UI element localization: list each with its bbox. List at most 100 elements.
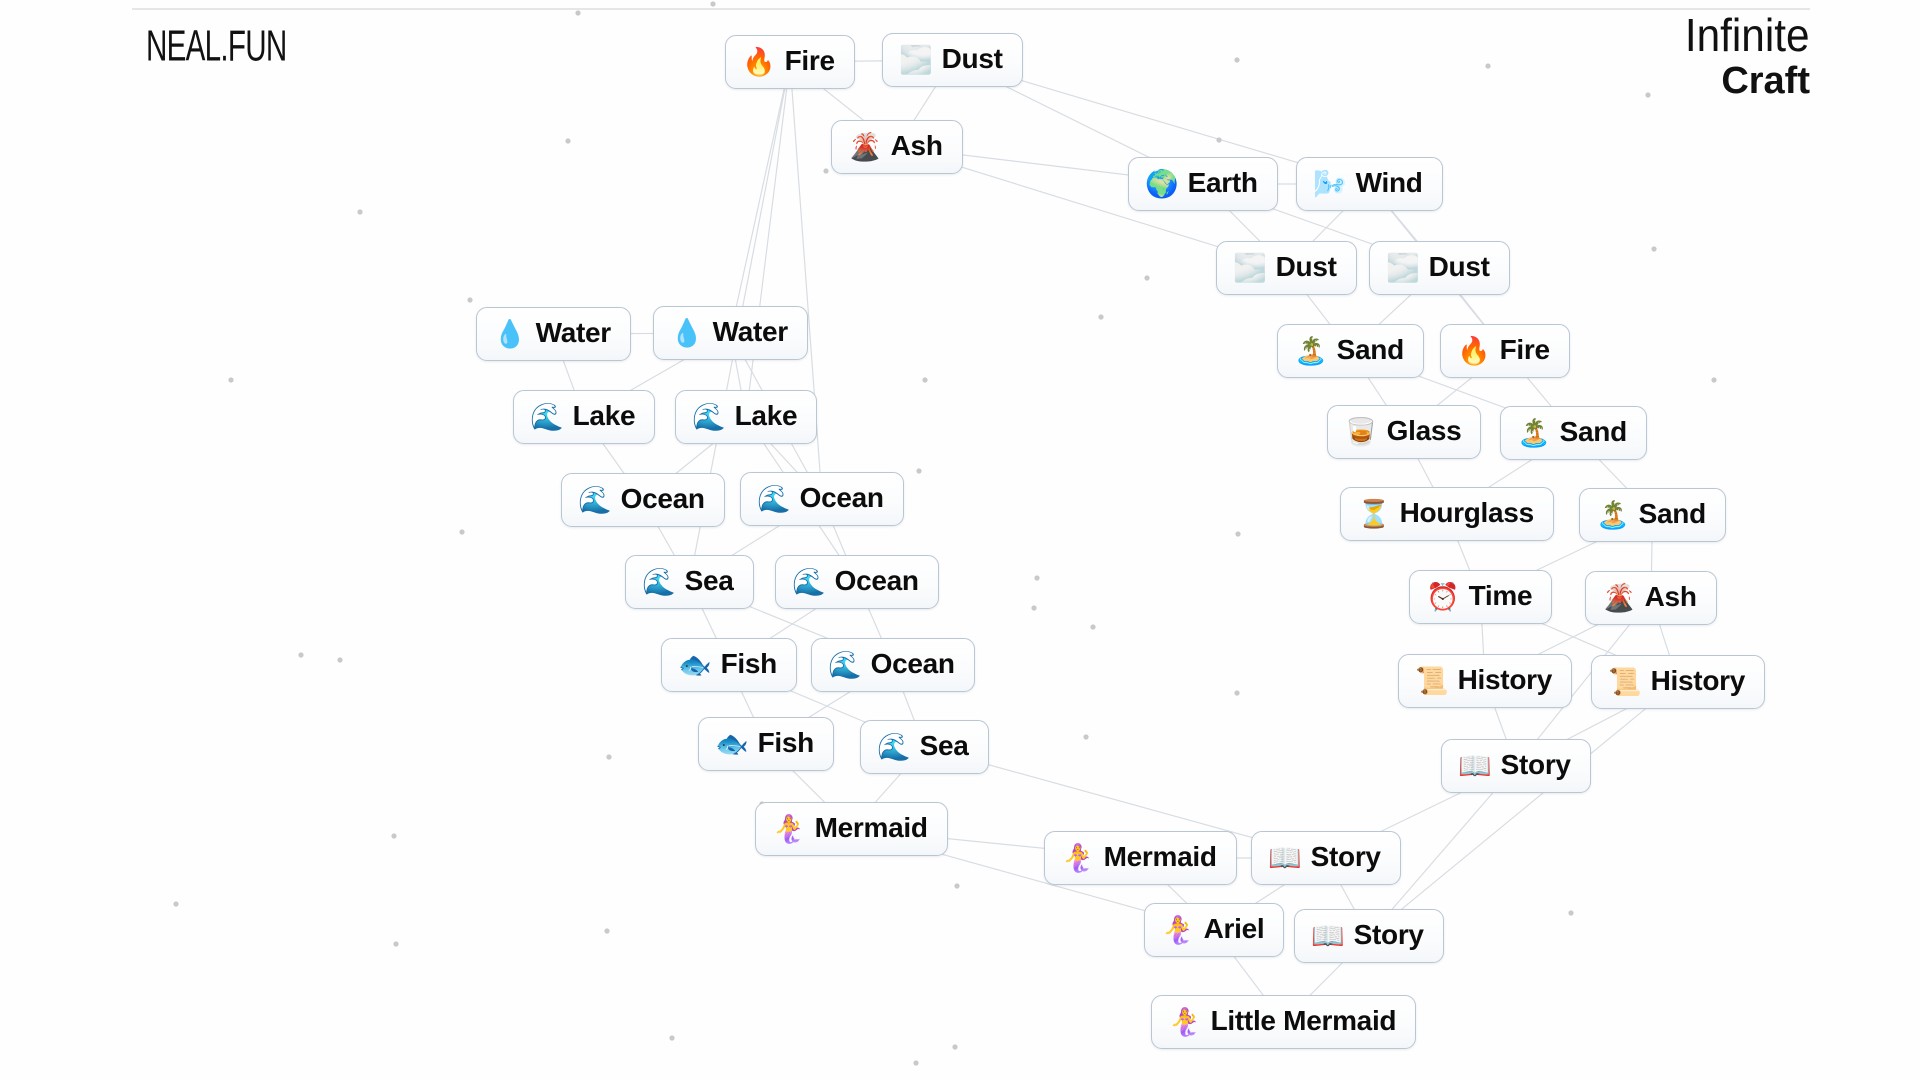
desert-island-emoji: 🏝️ [1596,499,1630,530]
element-card-label: Sand [1638,498,1707,529]
element-card-sea-1[interactable]: 🌊 Sea [625,555,754,609]
element-card-ocean-4[interactable]: 🌊 Ocean [811,638,975,692]
background-dot [565,138,571,144]
droplet-emoji: 💧 [493,318,527,349]
element-card-label: Story [1353,919,1424,950]
background-dot [1216,137,1222,143]
background-dot [1034,575,1040,581]
element-card-label: Time [1468,580,1533,611]
background-dot [337,657,343,663]
element-card-water-1[interactable]: 💧 Water [476,307,631,361]
element-card-glass-1[interactable]: 🥃 Glass [1327,405,1482,459]
element-card-label: Sea [684,565,734,596]
element-card-ocean-2[interactable]: 🌊 Ocean [740,472,904,526]
element-card-label: Mermaid [814,812,928,843]
mermaid-emoji: 🧜‍♀️ [772,813,806,844]
element-card-dust-1[interactable]: 🌫️ Dust [882,33,1023,87]
element-card-mermaid-1[interactable]: 🧜‍♀️ Mermaid [755,802,948,856]
element-card-ocean-1[interactable]: 🌊 Ocean [561,473,725,527]
element-card-sea-2[interactable]: 🌊 Sea [860,720,989,774]
element-card-hourglass-1[interactable]: ⏳ Hourglass [1340,487,1554,541]
desert-island-emoji: 🏝️ [1517,417,1551,448]
element-card-story-1[interactable]: 📖 Story [1441,739,1591,793]
background-dot [1031,605,1037,611]
element-card-fire-2[interactable]: 🔥 Fire [1440,324,1570,378]
background-dot [954,883,960,889]
element-card-sand-3[interactable]: 🏝️ Sand [1579,488,1726,542]
background-dot [357,209,363,215]
element-card-dust-3[interactable]: 🌫️ Dust [1369,241,1510,295]
element-card-label: Fire [784,45,835,76]
element-card-earth-1[interactable]: 🌍 Earth [1128,157,1278,211]
element-card-lake-1[interactable]: 🌊 Lake [513,390,656,444]
element-card-label: Ocean [870,648,955,679]
element-card-label: Mermaid [1103,841,1217,872]
water-wave-emoji: 🌊 [757,483,791,514]
element-card-ariel-1[interactable]: 🧜‍♀️ Ariel [1144,903,1285,957]
element-card-label: Water [535,317,612,348]
element-card-label: Water [712,316,789,347]
water-wave-emoji: 🌊 [642,566,676,597]
infinite-craft-canvas[interactable]: NEAL.FUN Infinite Craft 🔥 Fire 🌫️ Dust 🌋 Ash 🌍… [0,0,1920,1080]
background-dot [391,833,397,839]
graph-link [1368,681,1679,937]
neal-fun-logo[interactable]: NEAL.FUN [146,22,287,72]
element-card-history-1[interactable]: 📜 History [1398,654,1572,708]
background-dot [606,754,612,760]
element-card-ash-1[interactable]: 🌋 Ash [831,120,963,174]
element-card-fish-2[interactable]: 🐟 Fish [698,717,834,771]
background-dot [922,377,928,383]
element-card-label: Sea [919,730,969,761]
graph-link [745,61,791,418]
background-dot [1234,690,1240,696]
element-card-label: History [1650,665,1746,696]
fog-emoji: 🌫️ [1386,252,1420,283]
element-card-label: Hourglass [1399,497,1535,528]
background-dot [1645,92,1651,98]
element-card-history-2[interactable]: 📜 History [1591,655,1765,709]
droplet-emoji: 💧 [670,317,704,348]
background-dot [823,168,829,174]
background-dot [393,941,399,947]
background-dot [1711,377,1717,383]
element-card-ocean-3[interactable]: 🌊 Ocean [775,555,939,609]
background-dot [575,10,581,16]
open-book-emoji: 📖 [1458,750,1492,781]
water-wave-emoji: 🌊 [578,484,612,515]
mermaid-emoji: 🧜‍♀️ [1061,842,1095,873]
element-card-time-1[interactable]: ⏰ Time [1409,570,1553,624]
element-card-sand-2[interactable]: 🏝️ Sand [1500,406,1647,460]
element-card-water-2[interactable]: 💧 Water [653,306,808,360]
infinite-craft-logo: Infinite Craft [1674,12,1810,100]
element-card-label: Glass [1386,415,1462,446]
element-card-label: Fire [1499,334,1550,365]
open-book-emoji: 📖 [1268,842,1302,873]
element-card-lake-2[interactable]: 🌊 Lake [675,390,818,444]
background-dot [1568,910,1574,916]
element-card-label: Ocean [834,565,919,596]
water-wave-emoji: 🌊 [877,731,911,762]
element-card-ash-2[interactable]: 🌋 Ash [1585,571,1717,625]
background-dot [604,928,610,934]
element-card-story-2[interactable]: 📖 Story [1251,831,1401,885]
fish-emoji: 🐟 [715,728,749,759]
element-card-fire-1[interactable]: 🔥 Fire [725,35,855,89]
element-card-dust-2[interactable]: 🌫️ Dust [1216,241,1357,295]
scroll-emoji: 📜 [1608,666,1642,697]
element-card-fish-1[interactable]: 🐟 Fish [661,638,797,692]
fog-emoji: 🌫️ [899,44,933,75]
element-card-story-3[interactable]: 📖 Story [1294,909,1444,963]
element-card-label: Dust [1428,251,1490,282]
background-dot [298,652,304,658]
background-dot [1651,246,1657,252]
element-card-sand-1[interactable]: 🏝️ Sand [1277,324,1424,378]
element-card-label: History [1457,664,1553,695]
element-card-wind-1[interactable]: 🌬️ Wind [1296,157,1443,211]
element-card-little-mermaid[interactable]: 🧜‍♀️ Little Mermaid [1151,995,1417,1049]
background-dot [228,377,234,383]
water-wave-emoji: 🌊 [692,401,726,432]
element-card-label: Earth [1187,167,1258,198]
element-card-mermaid-2[interactable]: 🧜‍♀️ Mermaid [1044,831,1237,885]
element-card-label: Little Mermaid [1210,1005,1397,1036]
background-dot [1234,57,1240,63]
